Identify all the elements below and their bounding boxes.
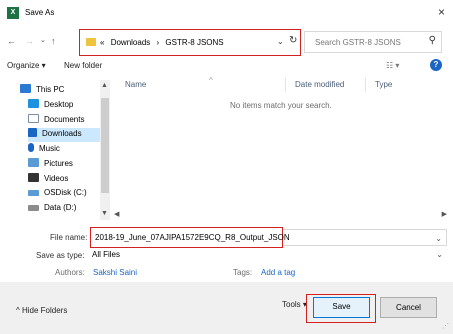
music-icon — [28, 143, 34, 152]
search-input[interactable]: Search GSTR-8 JSONS ⚲ — [304, 31, 442, 53]
address-dropdown-icon[interactable]: ⌄ — [277, 37, 284, 46]
recent-locations-button[interactable]: ⌄ — [40, 36, 46, 44]
sidebar-scrollbar[interactable]: ▲ ▼ — [100, 80, 110, 220]
scrollbar-thumb[interactable] — [101, 98, 109, 193]
pictures-icon — [28, 158, 39, 167]
close-button[interactable]: × — [438, 5, 445, 19]
sidebar-item-downloads[interactable]: Downloads — [28, 128, 103, 142]
empty-list-message: No items match your search. — [230, 101, 332, 110]
column-header-type[interactable]: Type — [375, 80, 392, 89]
horizontal-scrollbar[interactable]: ◀ ▶ — [112, 209, 449, 220]
sort-indicator-icon: ^ — [209, 76, 213, 85]
sidebar-item-desktop[interactable]: Desktop — [28, 99, 108, 113]
search-icon[interactable]: ⚲ — [429, 35, 436, 46]
column-divider — [285, 78, 286, 92]
title-bar: X Save As × — [0, 0, 453, 26]
chevron-down-icon: ⌄ — [435, 234, 442, 243]
crumb-separator[interactable]: › — [157, 38, 160, 47]
resize-grip-icon[interactable]: ⋰ — [442, 322, 449, 330]
sidebar-item-data-d[interactable]: Data (D:) — [28, 203, 108, 217]
filename-dropdown[interactable]: ⌄ — [283, 229, 447, 246]
scroll-left-icon[interactable]: ◀ — [114, 210, 119, 218]
toolbar: Organize ▾ New folder ☷ ▾ ? — [0, 56, 453, 76]
column-header-name[interactable]: Name — [125, 80, 146, 89]
back-button[interactable]: ← — [7, 36, 16, 46]
folder-icon — [86, 38, 96, 46]
new-folder-button[interactable]: New folder — [64, 61, 102, 70]
scroll-up-icon[interactable]: ▲ — [101, 82, 108, 89]
sidebar-item-documents[interactable]: Documents — [28, 114, 108, 128]
excel-app-icon: X — [7, 7, 19, 19]
filename-value: 2018-19_June_07AJIPA1572E9CQ_R8_Output_J… — [95, 233, 290, 242]
scroll-right-icon[interactable]: ▶ — [442, 210, 447, 218]
scroll-down-icon[interactable]: ▼ — [101, 210, 108, 217]
tags-value[interactable]: Add a tag — [261, 268, 295, 277]
view-options-icon[interactable]: ☷ ▾ — [386, 61, 399, 70]
pc-icon — [20, 84, 31, 93]
address-bar[interactable]: « Downloads › GSTR-8 JSONS — [79, 29, 301, 56]
downloads-icon — [28, 128, 37, 137]
cancel-button[interactable]: Cancel — [380, 297, 437, 318]
overflow-chevron[interactable]: « — [100, 38, 104, 47]
breadcrumb: « Downloads › GSTR-8 JSONS — [100, 38, 228, 47]
filename-label: File name: — [50, 233, 88, 242]
crumb-gstr8-jsons[interactable]: GSTR-8 JSONS — [165, 38, 223, 47]
documents-icon — [28, 114, 39, 123]
videos-icon — [28, 173, 39, 182]
column-divider — [365, 78, 366, 92]
desktop-icon — [28, 99, 39, 108]
savetype-select[interactable]: All Files ⌄ — [90, 250, 447, 262]
refresh-icon[interactable]: ↻ — [289, 35, 297, 46]
crumb-downloads[interactable]: Downloads — [111, 38, 151, 47]
file-list[interactable]: Name ^ Date modified Type No items match… — [112, 76, 449, 216]
sidebar-item-this-pc[interactable]: This PC — [20, 84, 100, 98]
organize-button[interactable]: Organize ▾ — [7, 61, 46, 70]
sidebar-item-music[interactable]: Music — [28, 143, 108, 157]
filename-field[interactable]: 2018-19_June_07AJIPA1572E9CQ_R8_Output_J… — [90, 227, 290, 248]
search-placeholder: Search GSTR-8 JSONS — [315, 38, 401, 47]
column-header-date-modified[interactable]: Date modified — [295, 80, 344, 89]
tags-label: Tags: — [233, 268, 253, 277]
authors-value[interactable]: Sakshi Saini — [93, 268, 137, 277]
drive-icon — [28, 190, 39, 196]
hide-folders-button[interactable]: ^ Hide Folders — [16, 306, 67, 315]
savetype-label: Save as type: — [36, 251, 85, 260]
savetype-value: All Files — [92, 250, 121, 259]
sidebar-item-pictures[interactable]: Pictures — [28, 158, 108, 172]
tools-button[interactable]: Tools ▾ — [282, 300, 307, 309]
help-icon[interactable]: ? — [430, 59, 442, 71]
forward-button[interactable]: → — [25, 36, 34, 46]
up-button[interactable]: ↑ — [51, 36, 56, 46]
drive-icon — [28, 205, 39, 211]
sidebar-item-osdisk[interactable]: OSDisk (C:) — [28, 188, 108, 202]
sidebar-item-videos[interactable]: Videos — [28, 173, 108, 187]
authors-label: Authors: — [55, 268, 85, 277]
window-title: Save As — [25, 8, 55, 17]
chevron-down-icon: ⌄ — [436, 250, 443, 259]
save-button[interactable]: Save — [313, 297, 370, 318]
